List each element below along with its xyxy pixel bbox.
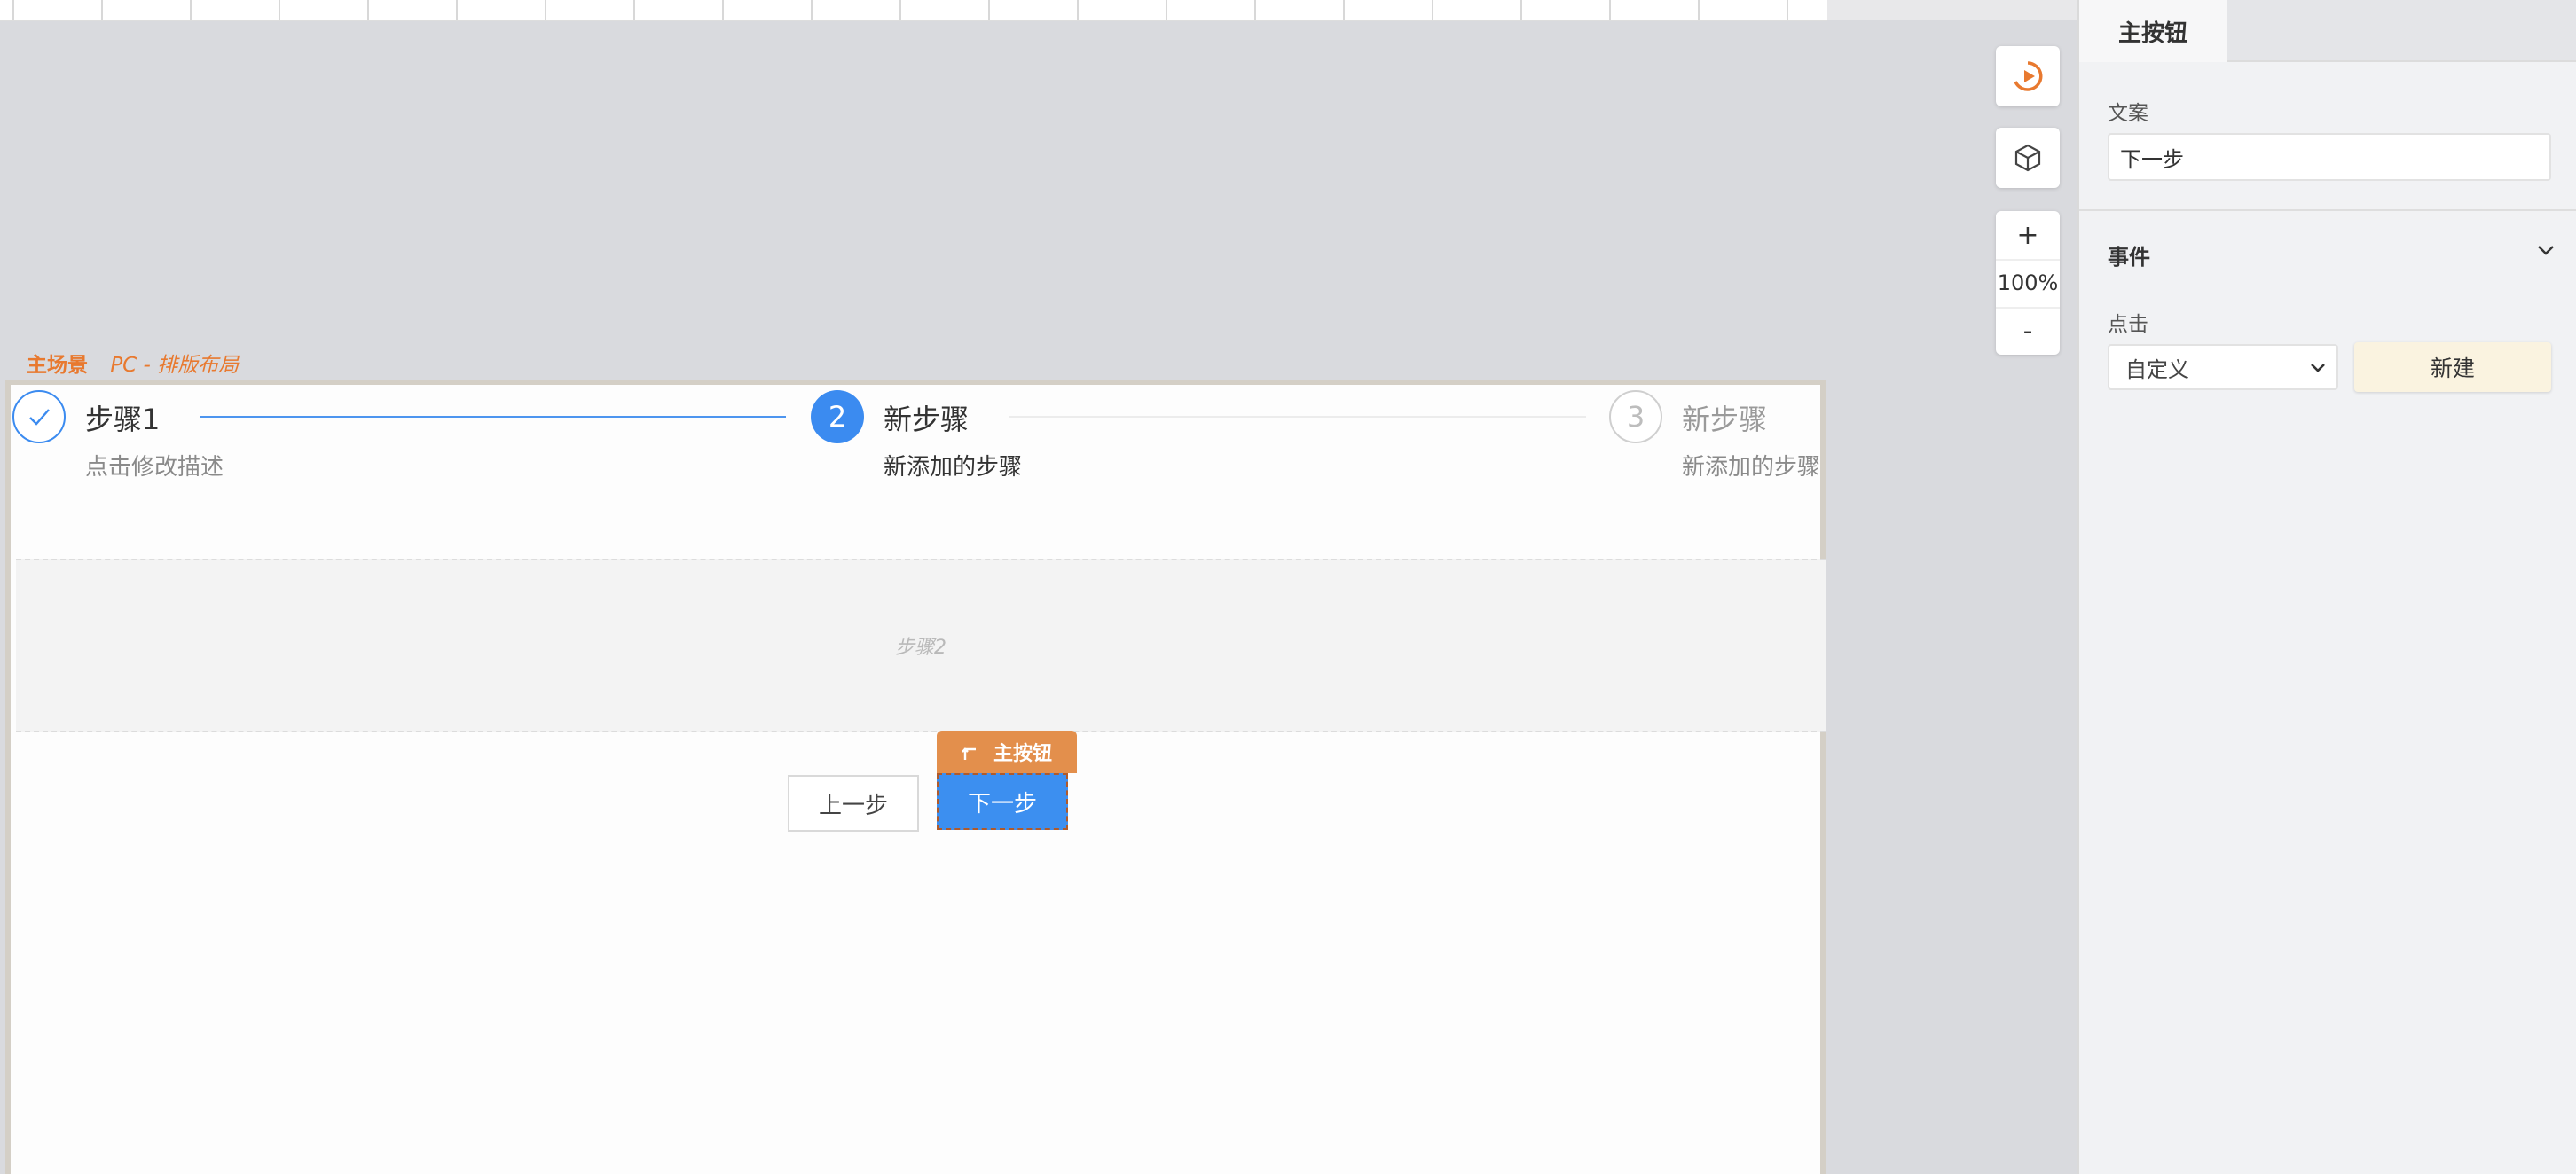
step-3-title[interactable]: 新步骤 bbox=[1682, 397, 1767, 438]
properties-panel: 主按钮 文案 事件 点击 自定义 新建 bbox=[2077, 0, 2576, 1174]
click-event-label: 点击 bbox=[2108, 313, 2148, 336]
ruler-tick bbox=[1166, 0, 1167, 20]
ruler-tick bbox=[1254, 0, 1256, 20]
step-1-desc[interactable]: 点击修改描述 bbox=[85, 449, 224, 481]
ruler-tick bbox=[545, 0, 546, 20]
ruler-tick bbox=[1609, 0, 1611, 20]
play-circle-icon bbox=[2014, 61, 2043, 91]
new-action-button[interactable]: 新建 bbox=[2354, 342, 2551, 392]
step-2-circle[interactable]: 2 bbox=[811, 390, 864, 443]
step-1-circle[interactable] bbox=[12, 390, 66, 443]
zoom-in-button[interactable]: + bbox=[1996, 211, 2060, 261]
ruler-tick bbox=[1698, 0, 1700, 20]
zoom-control: + 100% - bbox=[1996, 211, 2060, 355]
select-parent-icon[interactable] bbox=[962, 742, 981, 762]
ruler-tick bbox=[456, 0, 458, 20]
step-2-desc[interactable]: 新添加的步骤 bbox=[884, 449, 1022, 481]
step-content-placeholder[interactable]: 步骤2 bbox=[16, 559, 1826, 732]
next-step-button[interactable]: 下一步 bbox=[937, 773, 1068, 830]
tab-primary-button[interactable]: 主按钮 bbox=[2079, 0, 2228, 62]
zoom-level: 100% bbox=[1996, 259, 2060, 309]
ruler-tick bbox=[1077, 0, 1079, 20]
check-icon bbox=[29, 409, 50, 426]
prev-step-button[interactable]: 上一步 bbox=[788, 775, 919, 832]
scene-label: 主场景 PC - 排版布局 bbox=[27, 348, 239, 378]
step-2-number: 2 bbox=[828, 400, 847, 434]
ruler-tick bbox=[633, 0, 635, 20]
ruler-tick bbox=[367, 0, 369, 20]
ruler-tick bbox=[1520, 0, 1522, 20]
ruler-tick bbox=[190, 0, 192, 20]
preview-button[interactable] bbox=[1996, 46, 2060, 106]
copy-input[interactable] bbox=[2108, 133, 2551, 181]
ruler-filler bbox=[1827, 0, 2077, 20]
step-3-circle[interactable]: 3 bbox=[1609, 390, 1662, 443]
tabbar-filler bbox=[2227, 0, 2576, 62]
component-library-button[interactable] bbox=[1996, 128, 2060, 188]
step-1-title[interactable]: 步骤1 bbox=[85, 397, 160, 438]
ruler-tick bbox=[811, 0, 813, 20]
step-3-desc[interactable]: 新添加的步骤 bbox=[1682, 449, 1820, 481]
selection-tag-label: 主按钮 bbox=[993, 743, 1052, 765]
events-section-title[interactable]: 事件 bbox=[2108, 239, 2150, 270]
step-2-title[interactable]: 新步骤 bbox=[884, 397, 969, 438]
ruler-tick bbox=[1787, 0, 1788, 20]
chevron-down-icon[interactable] bbox=[2535, 239, 2556, 261]
placeholder-label: 步骤2 bbox=[895, 637, 946, 659]
scene-name: 主场景 bbox=[27, 354, 88, 377]
zoom-out-button[interactable]: - bbox=[1996, 307, 2060, 355]
click-action-select[interactable]: 自定义 bbox=[2108, 344, 2338, 390]
ruler-tick bbox=[279, 0, 280, 20]
scene-layout: PC - 排版布局 bbox=[110, 354, 240, 377]
ruler-tick bbox=[988, 0, 990, 20]
ruler-tick bbox=[1343, 0, 1345, 20]
ruler-tick bbox=[1432, 0, 1433, 20]
panel-divider bbox=[2079, 209, 2576, 211]
step-connector-done bbox=[200, 416, 786, 418]
chevron-down-icon bbox=[2311, 364, 2325, 372]
design-canvas[interactable]: 步骤1 点击修改描述 2 新步骤 新添加的步骤 3 新步骤 新添加的步骤 步骤2… bbox=[5, 380, 1826, 1174]
cube-icon bbox=[2014, 144, 2041, 172]
ruler-tick bbox=[101, 0, 103, 20]
ruler-tick bbox=[899, 0, 901, 20]
copy-label: 文案 bbox=[2108, 102, 2148, 125]
step-connector-pending bbox=[1009, 416, 1586, 418]
top-ruler bbox=[0, 0, 1827, 21]
ruler-tick bbox=[12, 0, 14, 20]
click-action-value: 自定义 bbox=[2125, 356, 2189, 382]
selection-tag[interactable]: 主按钮 bbox=[937, 731, 1077, 773]
ruler-tick bbox=[722, 0, 724, 20]
step-3-number: 3 bbox=[1626, 400, 1645, 434]
